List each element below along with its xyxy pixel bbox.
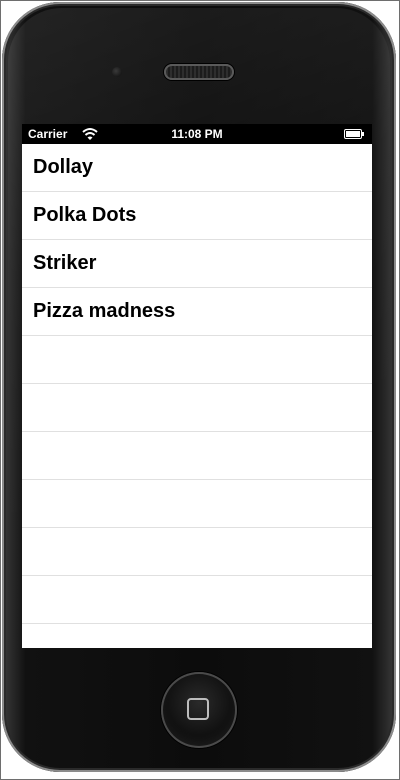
home-button-icon	[187, 698, 209, 720]
table-row-label: Polka Dots	[33, 204, 137, 226]
front-camera-icon	[112, 67, 122, 77]
status-time: 11:08 PM	[171, 127, 223, 141]
table-row[interactable]: Pizza madness	[22, 288, 372, 336]
table-row-label: Dollay	[33, 156, 94, 178]
table-row[interactable]: Polka Dots	[22, 192, 372, 240]
speaker-grille-icon	[164, 64, 234, 80]
table-row-label: Pizza madness	[33, 300, 176, 322]
table-view[interactable]: Dollay Polka Dots Striker Pizza madness	[22, 144, 372, 648]
empty-table-row	[22, 624, 372, 648]
table-row[interactable]: Striker	[22, 240, 372, 288]
empty-table-row	[22, 336, 372, 384]
empty-table-row	[22, 384, 372, 432]
table-row[interactable]: Dollay	[22, 144, 372, 192]
empty-table-row	[22, 528, 372, 576]
battery-icon	[344, 129, 364, 139]
table-row-label: Striker	[33, 252, 97, 274]
empty-table-row	[22, 576, 372, 624]
home-button[interactable]	[161, 672, 237, 748]
empty-table-row	[22, 480, 372, 528]
status-bar: Carrier 11:08 PM	[22, 124, 372, 144]
empty-table-row	[22, 432, 372, 480]
device-screen: Carrier 11:08 PM Dollay Polka Dots Strik…	[22, 124, 372, 648]
